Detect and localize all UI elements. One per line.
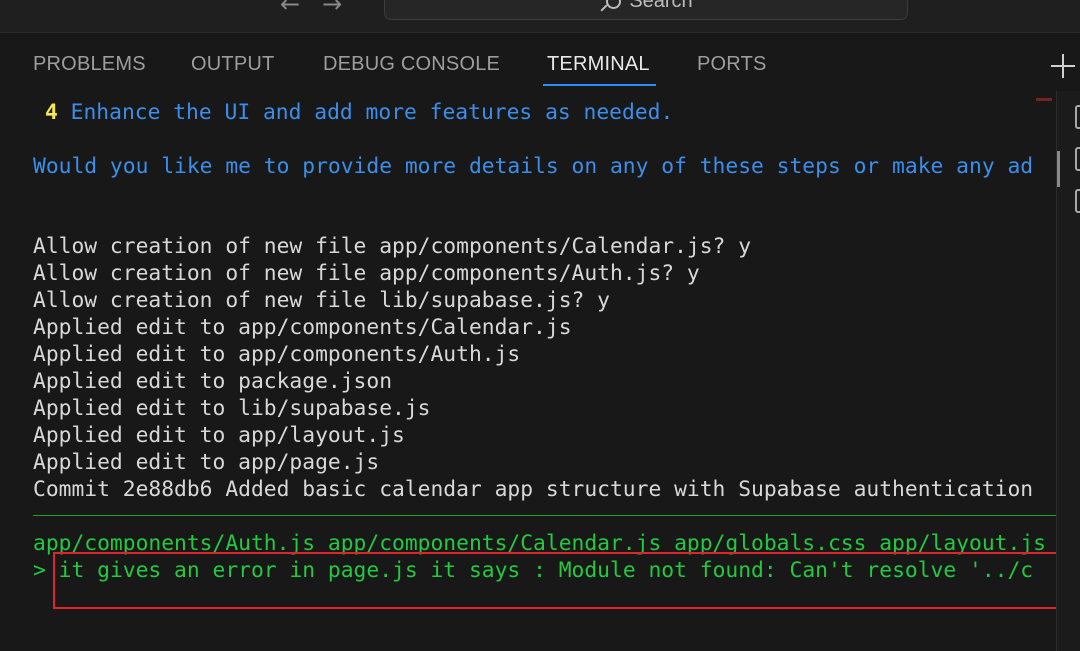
output-line: Applied edit to package.json bbox=[33, 369, 393, 394]
output-line: Applied edit to app/components/Auth.js bbox=[33, 342, 521, 367]
panel-tab-bar: PROBLEMS OUTPUT DEBUG CONSOLE TERMINAL P… bbox=[0, 33, 1080, 91]
output-line: Allow creation of new file app/component… bbox=[33, 261, 700, 286]
title-bar: ← → Search bbox=[0, 0, 1080, 32]
command-center-search[interactable]: Search bbox=[384, 0, 908, 20]
forward-arrow-icon[interactable]: → bbox=[322, 0, 342, 18]
step-text: Enhance the UI and add more features as … bbox=[70, 100, 674, 125]
tab-output[interactable]: OUTPUT bbox=[191, 53, 274, 76]
tab-terminal[interactable]: TERMINAL bbox=[547, 53, 650, 76]
overview-ruler-marker bbox=[1036, 98, 1052, 101]
output-line: Applied edit to lib/supabase.js bbox=[33, 396, 431, 421]
terminal-instance-icon[interactable] bbox=[1075, 105, 1080, 129]
terminal-list-strip bbox=[1056, 91, 1080, 651]
scrollbar-thumb[interactable] bbox=[1057, 151, 1060, 187]
tab-ports[interactable]: PORTS bbox=[697, 53, 767, 76]
separator-rule bbox=[33, 515, 1056, 516]
output-line: Allow creation of new file lib/supabase.… bbox=[33, 288, 610, 313]
output-line: Applied edit to app/layout.js bbox=[33, 423, 405, 448]
step-number: 4 bbox=[45, 100, 58, 125]
plus-icon[interactable] bbox=[1050, 53, 1076, 79]
question-line: Would you like me to provide more detail… bbox=[33, 154, 1034, 179]
prompt-symbol: > bbox=[33, 558, 46, 583]
highlight-annotation-box bbox=[53, 552, 1056, 609]
navigation-arrows: ← → bbox=[280, 0, 342, 18]
tab-problems[interactable]: PROBLEMS bbox=[33, 53, 146, 76]
search-label: Search bbox=[629, 0, 693, 12]
terminal-instance-icon[interactable] bbox=[1075, 189, 1080, 213]
commit-line: Commit 2e88db6 Added basic calendar app … bbox=[33, 477, 1034, 502]
output-line: Applied edit to app/page.js bbox=[33, 450, 380, 475]
tab-debug-console[interactable]: DEBUG CONSOLE bbox=[323, 53, 500, 76]
output-line: Allow creation of new file app/component… bbox=[33, 234, 752, 259]
search-icon bbox=[599, 0, 622, 13]
terminal-output[interactable]: 4 Enhance the UI and add more features a… bbox=[0, 91, 1056, 651]
active-tab-indicator bbox=[543, 84, 656, 86]
output-line: Applied edit to app/components/Calendar.… bbox=[33, 315, 572, 340]
back-arrow-icon[interactable]: ← bbox=[280, 0, 300, 18]
terminal-instance-icon[interactable] bbox=[1075, 147, 1080, 171]
step-line: 4 Enhance the UI and add more features a… bbox=[45, 99, 673, 126]
